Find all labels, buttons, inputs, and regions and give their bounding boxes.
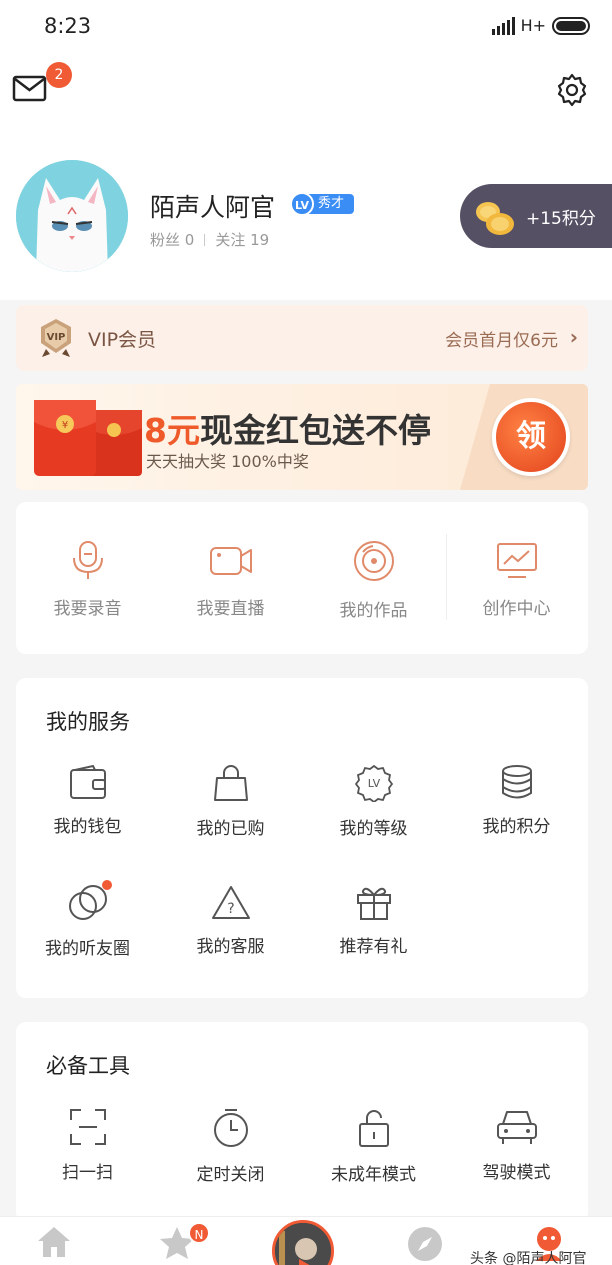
disc-icon xyxy=(353,541,394,581)
divider xyxy=(204,233,206,246)
mic-icon xyxy=(72,541,103,579)
record-audio-button[interactable]: 我要录音 xyxy=(16,540,159,619)
service-label: 推荐有礼 xyxy=(339,937,408,957)
follow-label: 关注 xyxy=(215,231,246,249)
home-icon[interactable] xyxy=(36,1225,72,1263)
service-label: 我的积分 xyxy=(482,817,551,837)
sleep-timer-button[interactable]: 定时关闭 xyxy=(159,1108,302,1185)
status-indicators: H+ xyxy=(491,16,590,35)
my-services-card: 我的服务 我的钱包 我的已购 LV 我的等级 我的积分 我的听友圈 ? 我的客服… xyxy=(16,678,588,998)
points-bonus: +15积分 xyxy=(526,209,596,229)
customer-service-button[interactable]: ? 我的客服 xyxy=(159,884,302,957)
subscribe-badge: N xyxy=(188,1222,210,1244)
promo-subtitle: 天天抽大奖 100%中奖 xyxy=(146,452,309,471)
svg-text:?: ? xyxy=(227,901,234,917)
circles-icon xyxy=(68,885,107,920)
services-title: 我的服务 xyxy=(46,710,130,734)
fans-count: 0 xyxy=(184,231,195,249)
settings-gear-icon[interactable] xyxy=(554,72,590,108)
level-badge-icon: LV xyxy=(354,764,393,802)
svg-text:VIP: VIP xyxy=(47,332,66,343)
monitor-chart-icon xyxy=(496,543,537,578)
car-icon xyxy=(496,1111,537,1144)
tool-label: 定时关闭 xyxy=(196,1165,265,1185)
follow-stat[interactable]: 关注 19 xyxy=(215,229,269,250)
go-live-button[interactable]: 我要直播 xyxy=(159,540,302,619)
vip-label: VIP会员 xyxy=(88,329,157,351)
mail-badge: 2 xyxy=(46,62,72,88)
promo-highlight: 8元 xyxy=(144,411,200,450)
points-button[interactable]: +15积分 xyxy=(460,184,612,248)
help-triangle-icon: ? xyxy=(211,886,250,919)
create-label: 我要直播 xyxy=(196,599,265,619)
essential-tools-card: 必备工具 扫一扫 定时关闭 未成年模式 驾驶模式 xyxy=(16,1022,588,1222)
service-label: 我的客服 xyxy=(196,937,265,957)
vip-icon: VIP xyxy=(38,317,74,359)
create-label: 我的作品 xyxy=(339,601,408,621)
red-envelope-icon: ¥ xyxy=(32,396,148,480)
network-type: H+ xyxy=(520,16,546,35)
unlock-icon xyxy=(358,1110,389,1147)
gift-icon xyxy=(356,887,391,920)
create-label: 我要录音 xyxy=(53,599,122,619)
notification-dot xyxy=(102,880,112,890)
service-label: 我的钱包 xyxy=(53,817,122,837)
username[interactable]: 陌声人阿官 xyxy=(150,188,275,224)
tool-label: 驾驶模式 xyxy=(482,1163,551,1183)
signal-icon xyxy=(491,16,515,35)
creation-card: 我要录音 我要直播 我的作品 创作中心 xyxy=(16,502,588,654)
chevron-right-icon: › xyxy=(569,325,578,349)
wallet-button[interactable]: 我的钱包 xyxy=(16,764,159,837)
level-badge-icon: LV xyxy=(290,192,314,216)
coin-stack-icon xyxy=(501,765,532,799)
service-label: 我的等级 xyxy=(339,819,408,839)
status-bar: 8:23 H+ xyxy=(0,0,612,56)
mail-icon[interactable] xyxy=(12,74,48,108)
scan-icon xyxy=(69,1109,106,1145)
follow-count: 19 xyxy=(250,231,270,249)
points-button[interactable]: 我的积分 xyxy=(445,764,588,837)
level-badge[interactable]: LV 秀才 xyxy=(290,192,355,216)
status-time: 8:23 xyxy=(44,14,92,38)
svg-text:¥: ¥ xyxy=(62,420,68,431)
service-label: 我的听友圈 xyxy=(45,939,130,959)
claim-button[interactable]: 领 xyxy=(492,398,570,476)
wallet-icon xyxy=(69,764,106,799)
tool-label: 扫一扫 xyxy=(62,1163,113,1183)
referral-gift-button[interactable]: 推荐有礼 xyxy=(302,884,445,957)
red-packet-promo-banner[interactable]: ¥ 8元现金红包送不停 天天抽大奖 100%中奖 领 xyxy=(16,384,588,490)
profile-stats: 粉丝 0 关注 19 xyxy=(150,229,269,250)
create-label: 创作中心 xyxy=(482,599,551,619)
discover-compass-icon[interactable] xyxy=(406,1225,444,1265)
promo-title-text: 现金红包送不停 xyxy=(199,411,431,450)
scan-button[interactable]: 扫一扫 xyxy=(16,1108,159,1183)
purchased-button[interactable]: 我的已购 xyxy=(159,764,302,839)
fans-stat[interactable]: 粉丝 0 xyxy=(150,229,194,250)
vip-offer: 会员首月仅6元 xyxy=(445,331,558,351)
battery-icon xyxy=(552,16,590,35)
promo-title: 8元现金红包送不停 xyxy=(144,404,431,452)
listener-circle-button[interactable]: 我的听友圈 xyxy=(16,880,159,959)
tools-title: 必备工具 xyxy=(46,1054,130,1078)
fans-label: 粉丝 xyxy=(150,231,181,249)
service-label: 我的已购 xyxy=(196,819,265,839)
creator-center-button[interactable]: 创作中心 xyxy=(445,540,588,619)
my-works-button[interactable]: 我的作品 xyxy=(302,540,445,621)
driving-mode-button[interactable]: 驾驶模式 xyxy=(445,1108,588,1183)
tool-label: 未成年模式 xyxy=(331,1165,416,1185)
vip-banner[interactable]: VIP VIP会员 会员首月仅6元 › xyxy=(16,305,588,371)
timer-icon xyxy=(213,1109,248,1147)
avatar[interactable] xyxy=(16,160,128,272)
shopping-bag-icon xyxy=(213,765,248,801)
level-button[interactable]: LV 我的等级 xyxy=(302,764,445,839)
watermark: 头条 @陌声人阿官 xyxy=(470,1251,587,1265)
coin-icon xyxy=(472,198,516,238)
video-camera-icon xyxy=(209,547,252,575)
minor-mode-button[interactable]: 未成年模式 xyxy=(302,1108,445,1185)
svg-text:LV: LV xyxy=(367,777,380,790)
